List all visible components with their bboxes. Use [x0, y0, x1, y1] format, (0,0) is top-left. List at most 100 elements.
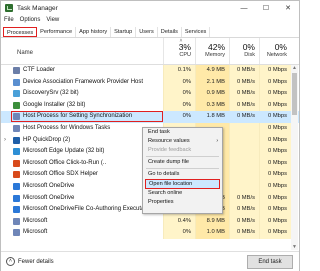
disk-label: Disk: [244, 52, 255, 58]
menu-options[interactable]: Options: [17, 17, 44, 23]
process-name: HP QuickDrop (2): [23, 136, 71, 143]
process-cpu-value: 0%: [163, 227, 195, 239]
process-name: Microsoft OneDriveFile Co-Authoring Exec…: [23, 206, 153, 213]
memory-total: 42%: [207, 42, 225, 52]
close-button[interactable]: ✕: [277, 1, 299, 15]
process-disk-value: [229, 180, 259, 193]
column-cpu-header[interactable]: ˄ 3% CPU: [163, 38, 195, 64]
menu-separator: [146, 168, 219, 169]
cpu-total: 3%: [178, 42, 191, 52]
menu-item-end-task[interactable]: End task: [143, 128, 222, 137]
menu-item-resource-values[interactable]: Resource values ›: [143, 137, 222, 146]
tab-details[interactable]: Details: [158, 27, 182, 37]
expand-chevron-icon[interactable]: ›: [4, 137, 6, 143]
menu-file[interactable]: File: [1, 17, 17, 23]
process-network-value: 0 Mbps: [259, 76, 291, 89]
column-network-header[interactable]: 0% Network: [259, 38, 291, 64]
menu-item-label: Open file location: [149, 181, 193, 187]
process-network-value: 0 Mbps: [259, 88, 291, 100]
process-row[interactable]: Google Installer (32 bit) 0% 0.3 MB 0 MB/s 0…: [1, 99, 299, 112]
process-disk-value: 0 MB/s: [229, 215, 259, 228]
menu-item-create-dump-file[interactable]: Create dump file: [143, 158, 222, 167]
minimize-button[interactable]: —: [233, 1, 255, 15]
process-network-value: 0 Mbps: [259, 122, 291, 135]
process-network-value: 0 Mbps: [259, 180, 291, 193]
menu-item-label: Search online: [148, 190, 183, 196]
menu-item-label: Create dump file: [148, 159, 190, 165]
process-network-value: 0 Mbps: [259, 227, 291, 239]
menu-item-search-online[interactable]: Search online: [143, 189, 222, 198]
menu-view[interactable]: View: [43, 17, 62, 23]
title-bar: Task Manager — ☐ ✕: [1, 1, 299, 15]
process-name: Microsoft OneDrive: [23, 194, 75, 201]
process-disk-value: 0 MB/s: [229, 76, 259, 89]
end-task-button[interactable]: End task: [247, 255, 293, 269]
scroll-up-icon[interactable]: ▲: [292, 65, 297, 71]
ms-icon: [13, 229, 20, 237]
network-label: Network: [266, 52, 287, 58]
process-memory-value: 0.9 MB: [195, 88, 229, 100]
process-cpu-value: 0.1%: [163, 65, 195, 77]
chevron-up-icon: ˄: [6, 257, 15, 266]
memory-label: Memory: [205, 52, 225, 58]
tab-startup[interactable]: Startup: [111, 27, 137, 37]
process-disk-value: [229, 134, 259, 147]
process-disk-value: [229, 146, 259, 158]
menu-item-label: Provide feedback: [148, 147, 192, 153]
menu-item-label: Go to details: [148, 171, 180, 177]
column-memory-header[interactable]: 42% Memory: [195, 38, 229, 64]
window-controls: — ☐ ✕: [233, 1, 299, 15]
office-sdx-icon: [13, 171, 20, 179]
window-title: Task Manager: [17, 4, 58, 12]
process-row[interactable]: Microsoft 0% 1.0 MB 0 MB/s 0 Mbps: [1, 227, 299, 239]
process-row[interactable]: DiscoverySrv (32 bit) 0% 0.9 MB 0 MB/s 0 Mbp…: [1, 88, 299, 100]
tab-users[interactable]: Users: [136, 27, 158, 37]
scrollbar-thumb[interactable]: [292, 73, 297, 115]
maximize-button[interactable]: ☐: [255, 1, 277, 15]
process-network-value: 0 Mbps: [259, 134, 291, 147]
tab-performance[interactable]: Performance: [37, 27, 77, 37]
tab-bar: Processes Performance App history Startu…: [1, 26, 299, 38]
process-disk-value: 0 MB/s: [229, 65, 259, 77]
process-name: Microsoft Office Click-to-Run (..: [23, 159, 107, 166]
cpu-label: CPU: [179, 52, 191, 58]
google-installer-icon: [13, 101, 20, 109]
column-disk-header[interactable]: 0% Disk: [229, 38, 259, 64]
menu-item-go-to-details[interactable]: Go to details: [143, 170, 222, 179]
process-name: Host Process for Windows Tasks: [23, 124, 111, 131]
discoverysrv-icon: [13, 90, 20, 98]
process-disk-value: [229, 122, 259, 135]
menu-item-open-file-location[interactable]: Open file location: [145, 179, 220, 189]
process-row[interactable]: CTF Loader 0.1% 4.9 MB 0 MB/s 0 Mbps: [1, 65, 299, 77]
context-menu: End task Resource values › Provide feedback…: [142, 127, 223, 214]
column-name-header[interactable]: Name: [17, 50, 33, 56]
menu-bar: File Options View: [1, 15, 299, 25]
fewer-details-link[interactable]: ˄ Fewer details: [6, 257, 54, 266]
process-cpu-value: 0%: [163, 76, 195, 89]
scroll-down-icon[interactable]: ▼: [292, 244, 297, 250]
footer-bar: ˄ Fewer details End task: [1, 251, 299, 271]
host-process-icon: [13, 124, 20, 132]
submenu-arrow-icon: ›: [216, 138, 218, 144]
process-row[interactable]: Microsoft 0.4% 8.9 MB 0 MB/s 0 Mbps: [1, 215, 299, 228]
onedrive-cofile-icon: [13, 206, 20, 214]
process-name: Google Installer (32 bit): [23, 101, 86, 108]
office-click-icon: [13, 159, 20, 167]
process-name: Microsoft OneDrive: [23, 182, 75, 189]
network-total: 0%: [274, 42, 287, 52]
process-memory-value: 1.8 MB: [195, 111, 229, 123]
task-manager-app-icon: [5, 4, 13, 12]
process-name: Microsoft Office SDX Helper: [23, 171, 98, 178]
menu-item-label: End task: [148, 129, 170, 135]
tab-app-history[interactable]: App history: [76, 27, 112, 37]
process-row[interactable]: Device Association Framework Provider Ho…: [1, 76, 299, 89]
tab-services[interactable]: Services: [182, 27, 211, 37]
tab-processes[interactable]: Processes: [3, 27, 38, 37]
onedrive-icon: [13, 182, 20, 190]
process-cpu-value: 0.4%: [163, 215, 195, 228]
process-row[interactable]: Host Process for Setting Synchronization…: [1, 111, 299, 123]
ctf-loader-icon: [13, 67, 20, 74]
process-name: CTF Loader: [23, 67, 56, 73]
process-disk-value: 0 MB/s: [229, 192, 259, 205]
menu-item-properties[interactable]: Properties: [143, 198, 222, 207]
